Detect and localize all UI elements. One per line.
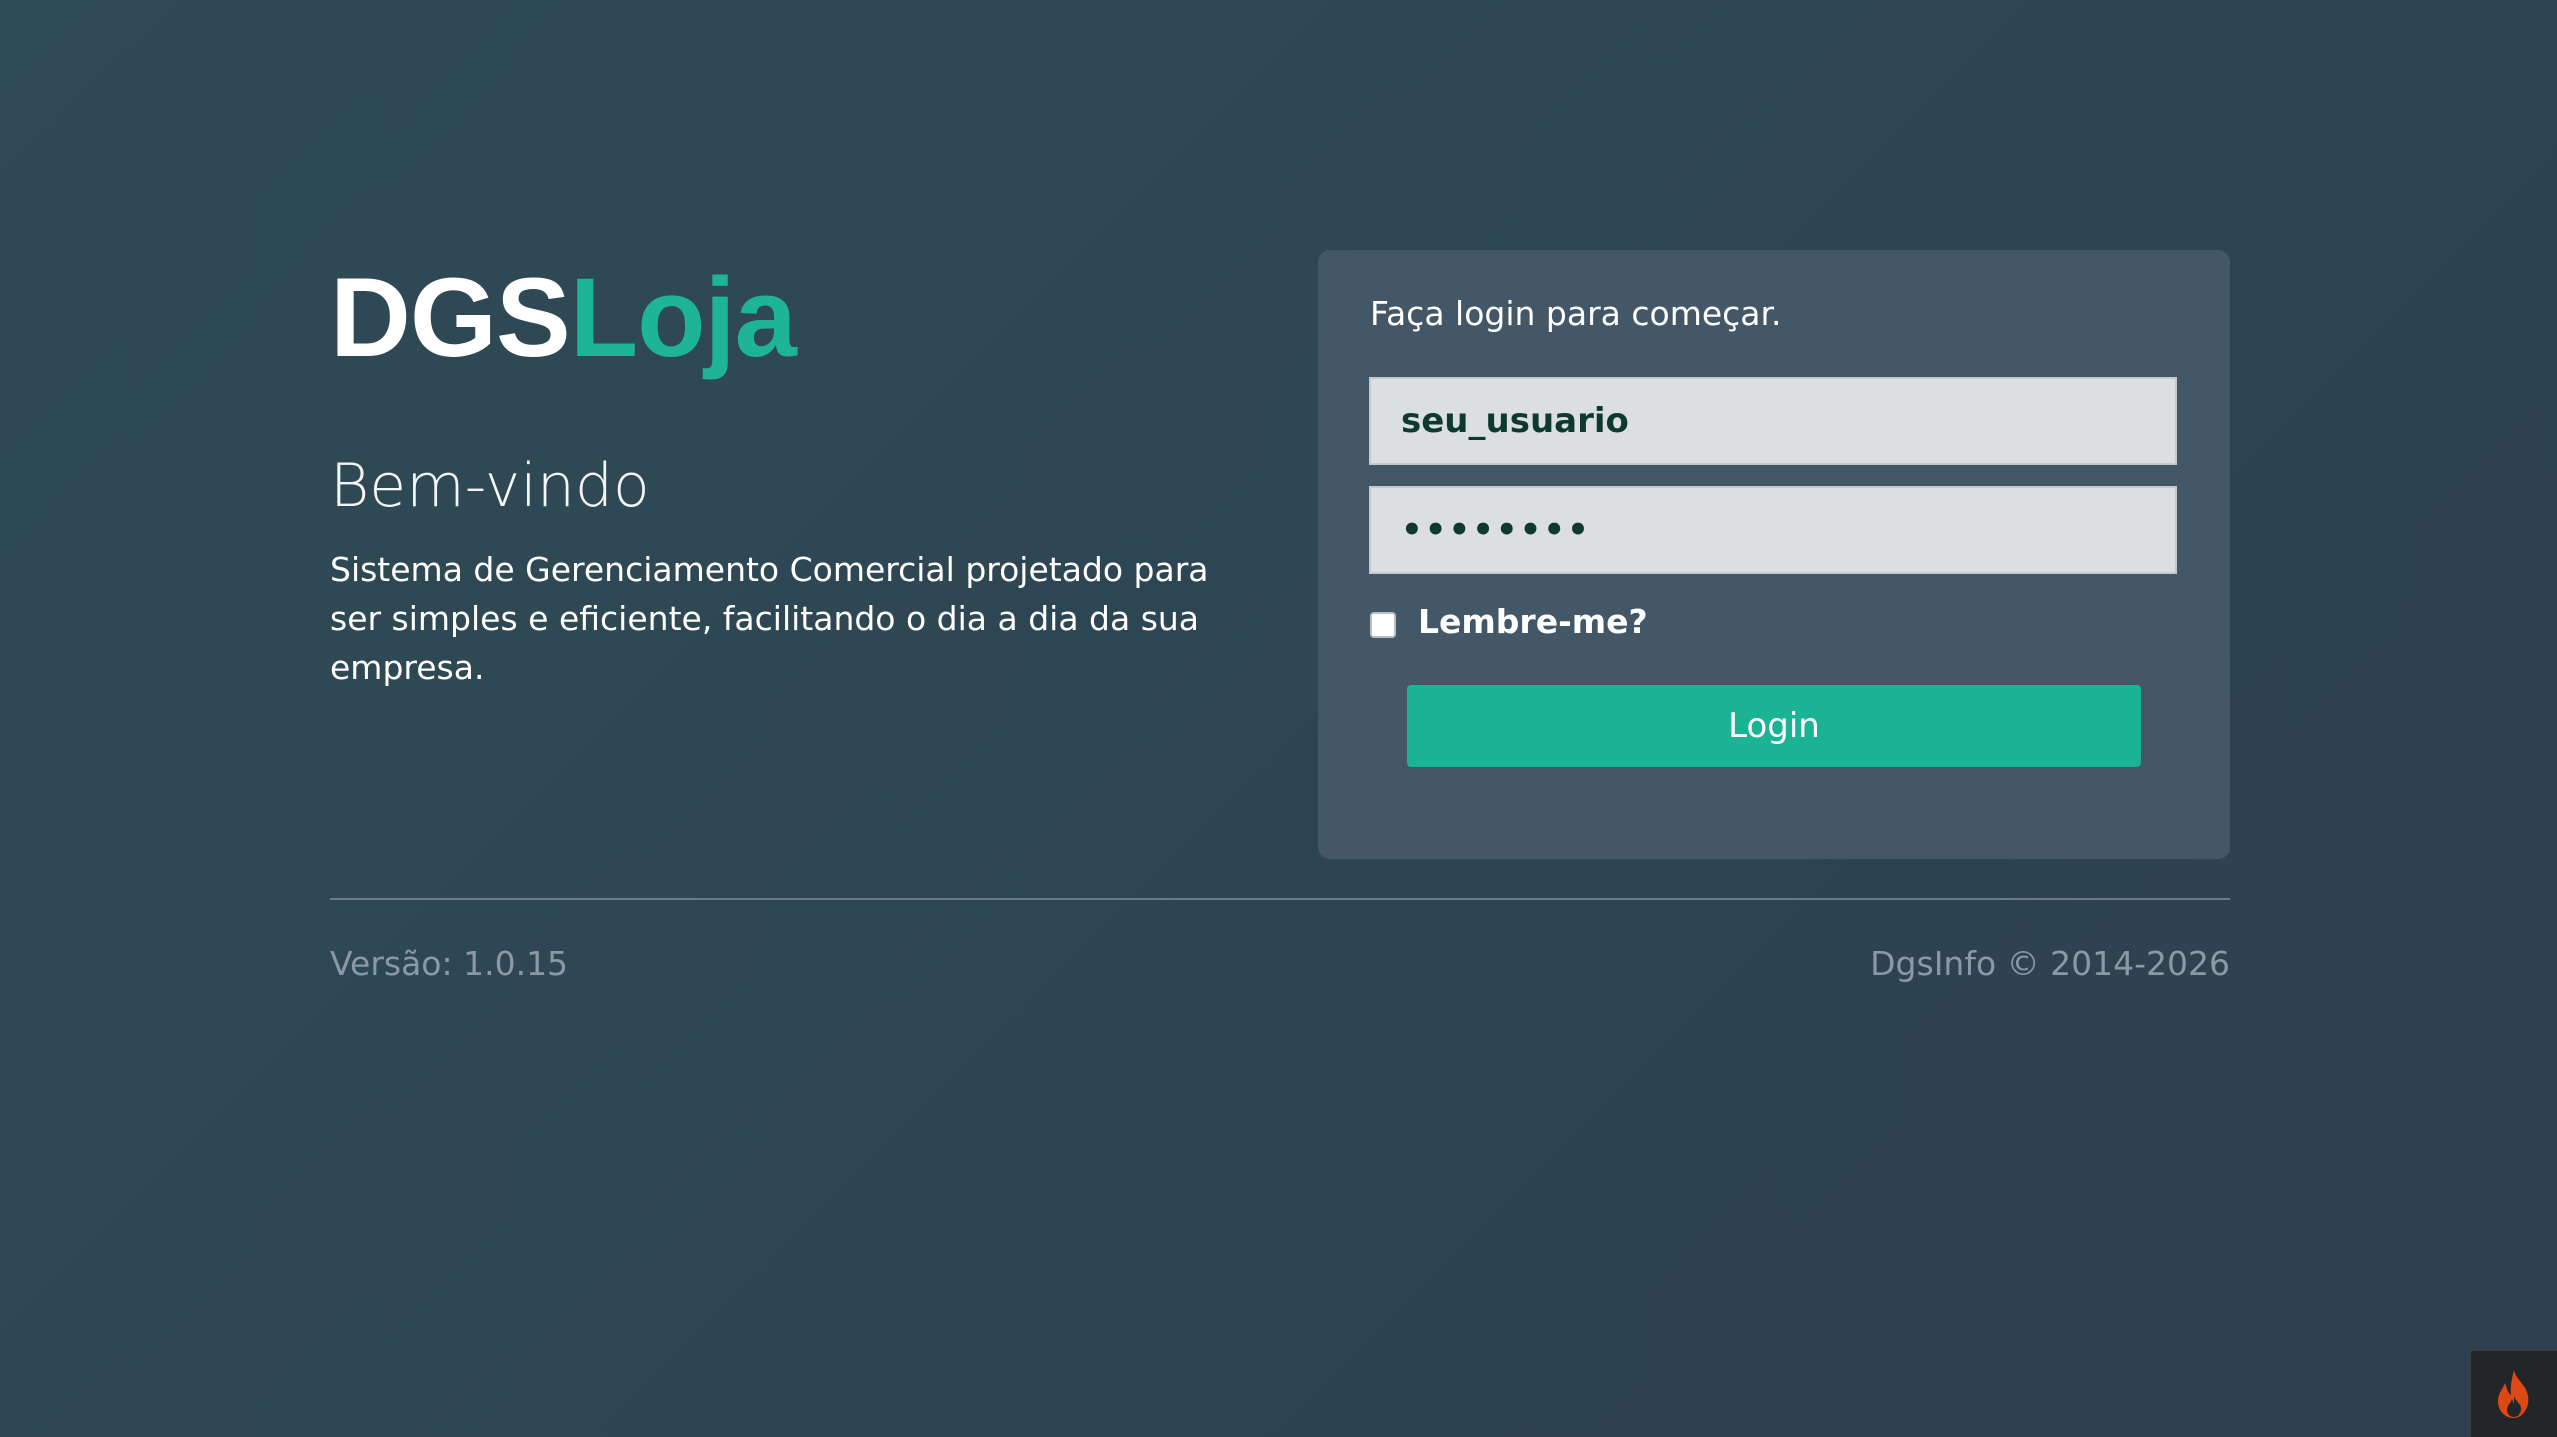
footer-divider	[330, 898, 2230, 900]
login-box: Faça login para começar. Lembre-me? Logi…	[1318, 250, 2230, 859]
version-text: Versão: 1.0.15	[330, 944, 569, 983]
copyright-text: DgsInfo © 2014-2026	[1870, 944, 2230, 983]
login-button[interactable]: Login	[1407, 685, 2141, 767]
logo: DGSLoja	[330, 262, 797, 374]
debug-toolbar-toggle[interactable]	[2469, 1349, 2557, 1437]
welcome-description: Sistema de Gerenciamento Comercial proje…	[330, 550, 1209, 687]
flame-icon	[2498, 1370, 2529, 1418]
login-box-message: Faça login para começar.	[1370, 294, 1782, 333]
remember-me[interactable]: Lembre-me?	[1370, 598, 1648, 646]
logo-text-loja: Loja	[569, 255, 797, 380]
remember-me-checkbox[interactable]	[1370, 612, 1396, 638]
welcome-title: Bem-vindo	[330, 451, 650, 521]
logo-text-dgs: DGS	[330, 255, 571, 380]
password-input[interactable]	[1369, 486, 2177, 574]
remember-me-label[interactable]: Lembre-me?	[1418, 598, 1648, 646]
username-input[interactable]	[1369, 377, 2177, 465]
